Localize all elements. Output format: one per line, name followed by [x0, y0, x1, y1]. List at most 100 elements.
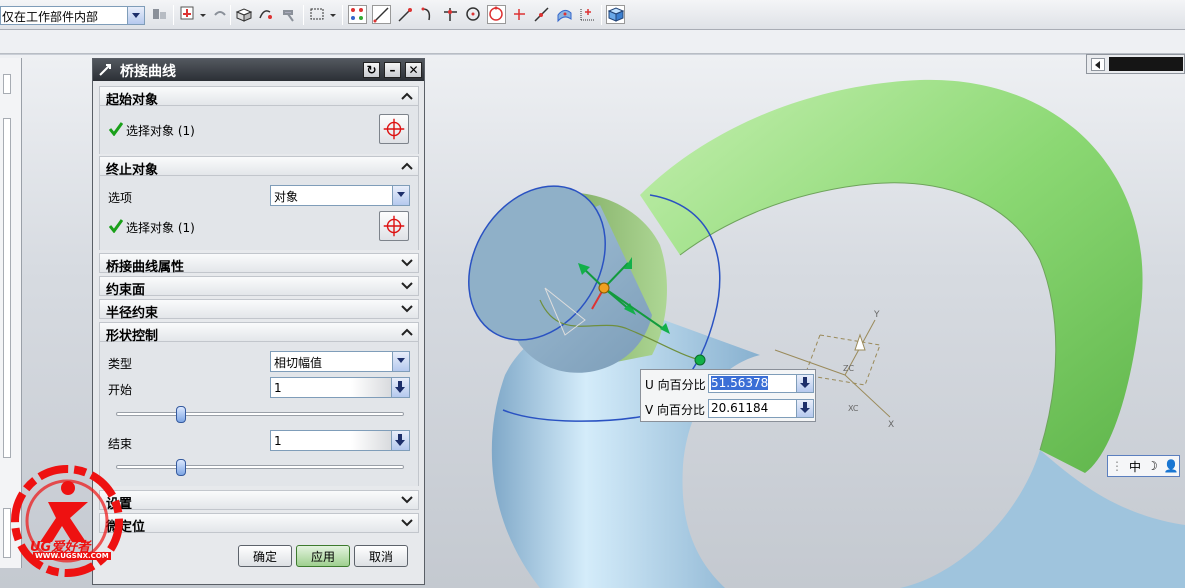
shape-start-slider-thumb[interactable] — [176, 406, 186, 423]
undo-icon[interactable] — [210, 5, 229, 24]
line-icon[interactable] — [372, 5, 391, 24]
v-percentage-label: V 向百分比 — [645, 403, 706, 417]
group-radius-constraint[interactable]: 半径约束 — [99, 299, 419, 321]
chevron-up-icon[interactable] — [400, 325, 414, 339]
chevron-down-icon[interactable] — [400, 302, 414, 316]
chevron-down-icon[interactable] — [400, 516, 414, 530]
select-box-icon[interactable] — [308, 5, 327, 24]
chevron-down-icon[interactable] — [392, 352, 409, 371]
u-percentage-input[interactable]: 51.56378 — [708, 374, 814, 393]
shape-end-label: 结束 — [108, 437, 133, 451]
apply-button[interactable]: 应用 — [296, 545, 350, 567]
crosshair-icon — [383, 215, 405, 237]
check-icon — [109, 122, 123, 136]
group-constraint-face[interactable]: 约束面 — [99, 276, 419, 298]
snap-point-icon[interactable] — [179, 5, 198, 24]
chevron-down-icon[interactable] — [328, 5, 338, 24]
arrow-down-icon[interactable] — [796, 375, 813, 392]
chevron-down-icon[interactable] — [127, 7, 144, 24]
arc-icon[interactable] — [418, 5, 437, 24]
group-settings[interactable]: 设置 — [99, 490, 419, 512]
user-icon[interactable]: 👤 — [1164, 459, 1179, 473]
snap-endpoints-icon[interactable] — [348, 5, 367, 24]
chevron-down-icon[interactable] — [400, 256, 414, 270]
selection-filter-value: 仅在工作部件内部 — [2, 10, 99, 24]
group-fine-position[interactable]: 微定位 — [99, 513, 419, 535]
point-on-face-icon[interactable] — [555, 5, 574, 24]
shape-end-slider[interactable] — [116, 465, 404, 469]
close-icon[interactable]: ✕ — [405, 62, 422, 78]
shape-start-slider[interactable] — [116, 412, 404, 416]
group-constraint-face-title: 约束面 — [106, 283, 146, 298]
reset-icon[interactable]: ↻ — [363, 62, 380, 78]
main-toolbar: 仅在工作部件内部 — [0, 0, 1185, 30]
v-percentage-value: 20.61184 — [711, 401, 769, 415]
group-start-object[interactable]: 起始对象 — [99, 86, 419, 108]
ugsnx-logo-icon — [11, 465, 123, 577]
shape-end-slider-thumb[interactable] — [176, 459, 186, 476]
end-option-select[interactable]: 对象 — [270, 185, 410, 206]
link-curve-icon[interactable] — [256, 5, 275, 24]
collapse-arrow-icon[interactable] — [1091, 58, 1105, 71]
arrow-down-icon[interactable] — [391, 378, 409, 397]
filter-settings-icon[interactable] — [150, 5, 169, 24]
hammer-icon[interactable] — [280, 5, 299, 24]
bridge-curve-icon — [99, 64, 111, 76]
shape-start-label: 开始 — [108, 383, 133, 397]
axis-zc-label: ZC — [843, 364, 854, 373]
secondary-toolbar — [0, 30, 1185, 54]
axis-y-label: Y — [873, 310, 880, 320]
shape-type-select[interactable]: 相切幅值 — [270, 351, 410, 372]
group-shape-control[interactable]: 形状控制 — [99, 322, 419, 344]
dialog-title-bar[interactable]: 桥接曲线 ↻ – ✕ — [93, 59, 424, 81]
group-end-object[interactable]: 终止对象 — [99, 156, 419, 178]
end-option-value: 对象 — [274, 190, 299, 204]
shape-type-label: 类型 — [108, 357, 133, 371]
cancel-button[interactable]: 取消 — [354, 545, 408, 567]
ime-mode[interactable]: 中 — [1129, 458, 1141, 475]
group-bridge-properties[interactable]: 桥接曲线属性 — [99, 253, 419, 275]
quadrant-point-icon[interactable] — [487, 5, 506, 24]
chevron-up-icon[interactable] — [400, 89, 414, 103]
group-bridge-properties-title: 桥接曲线属性 — [106, 260, 185, 275]
shape-type-value: 相切幅值 — [274, 356, 323, 370]
end-select-object-label: 选择对象 (1) — [126, 221, 195, 235]
intersection-icon[interactable] — [441, 5, 460, 24]
chevron-up-icon[interactable] — [400, 159, 414, 173]
bounded-grid-icon[interactable] — [578, 5, 597, 24]
chevron-down-icon[interactable] — [400, 279, 414, 293]
end-point-constructor-button[interactable] — [379, 211, 409, 241]
group-radius-constraint-title: 半径约束 — [106, 306, 159, 321]
dialog-title: 桥接曲线 — [120, 64, 176, 80]
u-percentage-value: 51.56378 — [711, 376, 769, 390]
rollup-panel[interactable] — [1086, 54, 1185, 74]
arc-center-icon[interactable] — [464, 5, 483, 24]
moon-icon[interactable]: ☽ — [1147, 459, 1158, 473]
axis-x-label: X — [888, 420, 894, 430]
start-point-constructor-button[interactable] — [379, 114, 409, 144]
existing-point-icon[interactable] — [510, 5, 529, 24]
shape-start-value: 1 — [274, 381, 282, 395]
ime-toolbar[interactable]: ⋮ 中 ☽ 👤 — [1107, 455, 1180, 477]
end-option-label: 选项 — [108, 191, 133, 205]
ok-button[interactable]: 确定 — [238, 545, 292, 567]
shape-start-input[interactable]: 1 — [270, 377, 410, 398]
view-cube-icon[interactable] — [234, 5, 253, 24]
end-point-icon[interactable] — [396, 5, 415, 24]
chevron-down-icon[interactable] — [198, 5, 208, 24]
shape-end-input[interactable]: 1 — [270, 430, 410, 451]
arrow-down-icon[interactable] — [796, 400, 813, 417]
bridge-curve-dialog: 桥接曲线 ↻ – ✕ 起始对象 选择对象 (1) 终止对象 选项 对象 选择对象… — [92, 58, 425, 585]
check-icon — [109, 219, 123, 233]
chevron-down-icon[interactable] — [400, 493, 414, 507]
start-select-object-label: 选择对象 (1) — [126, 124, 195, 138]
shaded-view-icon[interactable] — [606, 5, 625, 24]
v-percentage-input[interactable]: 20.61184 — [708, 399, 814, 418]
arrow-down-icon[interactable] — [391, 431, 409, 450]
minimize-icon[interactable]: – — [384, 62, 401, 78]
point-on-curve-icon[interactable] — [532, 5, 551, 24]
watermark-url: WWW.UGSNX.COM — [33, 552, 111, 560]
axis-xc-label: XC — [848, 404, 859, 413]
chevron-down-icon[interactable] — [392, 186, 409, 205]
selection-filter-select[interactable]: 仅在工作部件内部 — [0, 6, 145, 25]
